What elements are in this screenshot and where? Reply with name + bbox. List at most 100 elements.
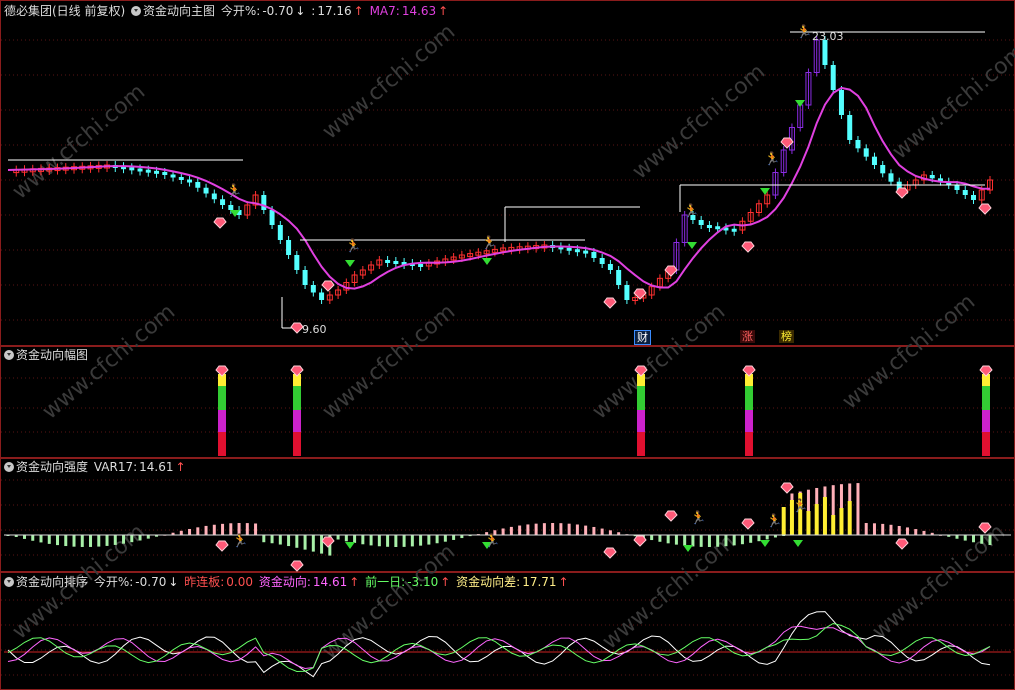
- strength-bar: [542, 523, 546, 535]
- amplitude-bar: [218, 432, 226, 456]
- runner-icon: 🏃: [345, 238, 361, 254]
- dropdown-icon[interactable]: [4, 350, 14, 360]
- diamond-icon: [895, 187, 909, 199]
- candle: [855, 140, 861, 149]
- candle: [187, 179, 193, 183]
- candle: [302, 270, 308, 285]
- candle: [228, 205, 234, 210]
- candle: [129, 167, 135, 171]
- strength-bar: [369, 535, 373, 546]
- candle: [178, 177, 184, 180]
- indicator-name[interactable]: 资金动向主图: [143, 4, 215, 18]
- strength-bar: [856, 483, 860, 535]
- limit-label: 昨连板:: [184, 575, 225, 589]
- candle: [145, 169, 151, 173]
- strength-peak-bar: [839, 508, 844, 535]
- strength-bar: [559, 523, 563, 535]
- candle: [830, 65, 836, 90]
- stock-name[interactable]: 德必集团(日线 前复权): [4, 4, 125, 18]
- strength-bar: [320, 535, 324, 554]
- candle: [624, 285, 630, 300]
- strength-bar: [113, 535, 117, 545]
- runner-icon: 🏃: [232, 533, 248, 549]
- strength-bar: [221, 523, 225, 535]
- strength-bar: [419, 535, 423, 546]
- open-pct-label: 今开%:: [220, 4, 261, 18]
- candle: [154, 170, 160, 174]
- runner-icon: 🏃: [484, 533, 500, 549]
- rank-title[interactable]: 资金动向排序: [16, 575, 88, 589]
- amplitude-bar: [745, 432, 753, 456]
- var17-value: 14.61: [139, 460, 174, 474]
- runner-icon: 🏃: [481, 235, 497, 251]
- amplitude-bar: [218, 386, 226, 410]
- diamond-icon: [978, 203, 992, 215]
- strength-bar: [204, 525, 208, 535]
- strength-peak-bar: [781, 507, 786, 535]
- ma7-label: MA7:: [369, 4, 400, 18]
- candle: [195, 182, 201, 188]
- amplitude-title[interactable]: 资金动向幅图: [16, 348, 88, 362]
- watermark: www.cfchi.com: [8, 79, 150, 204]
- strength-bar: [592, 526, 596, 535]
- candle: [838, 90, 844, 115]
- candle: [418, 264, 424, 267]
- amplitude-bar: [745, 410, 753, 432]
- strength-bar: [386, 535, 390, 547]
- candle: [203, 187, 209, 194]
- green-arrow-icon: [793, 540, 803, 547]
- candle: [706, 225, 712, 228]
- candle: [880, 165, 886, 174]
- dropdown-icon[interactable]: [4, 577, 14, 587]
- diamond-icon: [215, 540, 229, 552]
- candle: [294, 255, 300, 270]
- up-arrow-icon: ↑: [558, 575, 569, 589]
- strength-bar: [551, 523, 555, 535]
- green-arrow-icon: [795, 100, 805, 107]
- panel-frame: [0, 572, 1015, 690]
- candle: [137, 168, 143, 172]
- strength-bar: [963, 535, 967, 541]
- amplitude-bar: [982, 432, 990, 456]
- rank-line-pink: [7, 625, 991, 670]
- diamond-icon: [213, 217, 227, 229]
- strength-bar: [361, 535, 365, 545]
- strength-bar: [443, 535, 447, 542]
- amplitude-bar: [982, 386, 990, 410]
- strength-bar: [130, 535, 134, 543]
- strength-bar: [707, 535, 711, 547]
- strength-bar: [575, 524, 579, 535]
- diamond-icon: [603, 547, 617, 559]
- dropdown-icon[interactable]: [131, 6, 142, 16]
- strength-bar: [31, 535, 35, 541]
- strength-panel-header: 资金动向强度 VAR17: 14.61 ↑: [4, 459, 188, 475]
- amplitude-bar: [293, 432, 301, 456]
- candle: [393, 261, 399, 264]
- limit-value: 0.00: [226, 575, 254, 589]
- strength-bar: [501, 528, 505, 535]
- strength-peak-bar: [814, 504, 819, 535]
- watermark: www.cfchi.com: [628, 59, 770, 184]
- strength-bar: [881, 523, 885, 535]
- diamond-icon: [979, 365, 993, 377]
- strength-bar: [311, 535, 315, 552]
- amplitude-bar: [982, 410, 990, 432]
- runner-icon: 🏃: [690, 510, 706, 526]
- dropdown-icon[interactable]: [4, 462, 14, 472]
- rank-open-label: 今开%:: [93, 575, 134, 589]
- strength-title[interactable]: 资金动向强度: [16, 460, 88, 474]
- strength-bar: [699, 535, 703, 547]
- strength-bar: [864, 523, 868, 535]
- strength-bar: [295, 535, 299, 548]
- strength-bar: [435, 535, 439, 544]
- strength-bar: [287, 535, 291, 547]
- watermark: www.cfchi.com: [318, 19, 460, 144]
- ma7-line: [7, 86, 991, 290]
- strength-bar: [179, 530, 183, 535]
- strength-bar: [72, 535, 76, 547]
- amplitude-bar: [637, 410, 645, 432]
- strength-bar: [336, 535, 340, 540]
- diamond-icon: [742, 365, 756, 377]
- candle: [847, 115, 853, 140]
- field2-value: 17.16: [317, 4, 352, 18]
